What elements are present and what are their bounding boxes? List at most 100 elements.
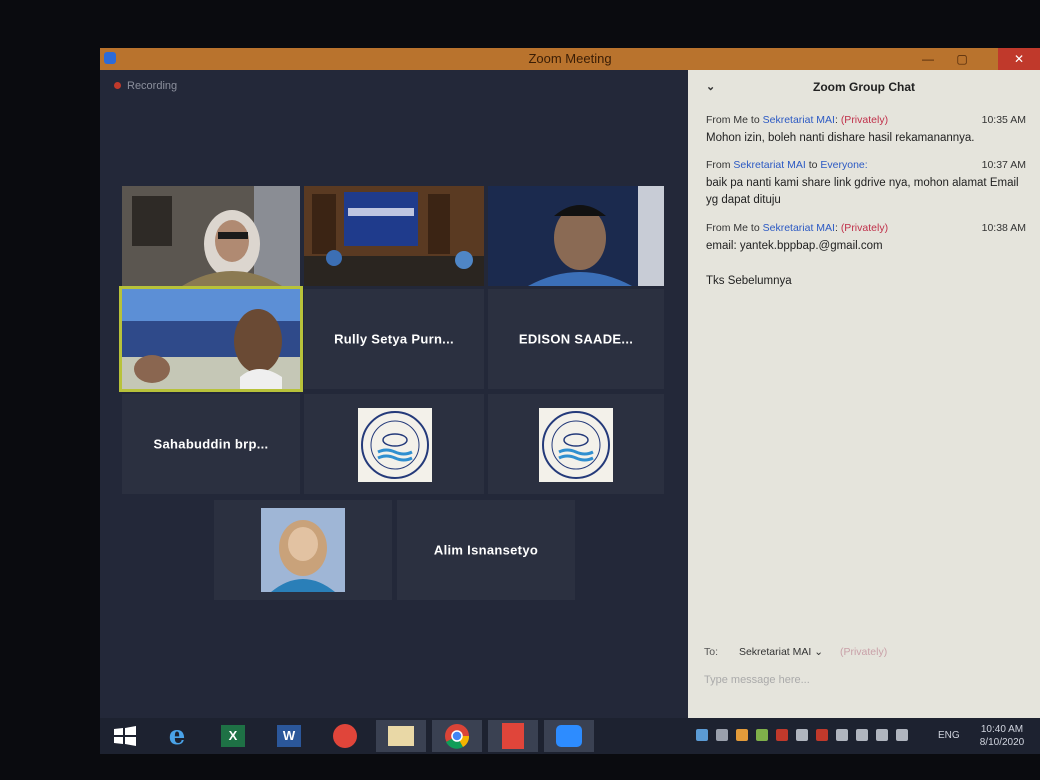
chat-title: Zoom Group Chat: [813, 80, 915, 94]
tray-network-icon[interactable]: [696, 729, 708, 741]
windows-taskbar: e X W ENG 10:40 AM 8/10/2020: [100, 718, 1040, 754]
tray-app-icon[interactable]: [736, 729, 748, 741]
message-recipient: Everyone:: [820, 159, 868, 171]
tray-flag-icon[interactable]: [876, 729, 888, 741]
video-tile-sahabuddin[interactable]: Sahabuddin brp...: [122, 394, 300, 494]
acrobat-icon: [502, 723, 524, 749]
windows-start-button[interactable]: [100, 720, 150, 752]
taskbar-internet-explorer[interactable]: e: [152, 720, 202, 752]
system-clock[interactable]: 10:40 AM 8/10/2020: [972, 723, 1032, 749]
message-recipient: Sekretariat MAI: [762, 222, 835, 234]
video-tile-alim[interactable]: Alim Isnansetyo: [397, 500, 575, 600]
tray-security-icon[interactable]: [796, 729, 808, 741]
zoom-icon: [556, 725, 582, 747]
video-tile-edison[interactable]: [488, 186, 664, 286]
language-indicator[interactable]: ENG: [938, 730, 960, 741]
message-text: Mohon izin, boleh nanti dishare hasil re…: [706, 132, 975, 144]
active-speaker-video-icon: [122, 289, 300, 389]
message-sender: Sekretariat MAI: [733, 159, 806, 171]
message-to-word: to: [750, 222, 760, 234]
message-from: From Me: [706, 114, 748, 126]
message-privacy: (Privately): [840, 114, 889, 126]
chrome-icon: [445, 724, 470, 749]
video-tile-active-speaker[interactable]: [119, 286, 303, 392]
video-tile-edison-name[interactable]: EDISON SAADE...: [488, 289, 664, 389]
message-meta: From Sekretariat MAI to Everyone:: [706, 159, 1026, 171]
taskbar-acrobat[interactable]: [488, 720, 538, 752]
chevron-down-icon[interactable]: ⌄: [706, 70, 715, 104]
message-text: baik pa nanti kami share link gdrive nya…: [706, 177, 1019, 206]
chevron-down-icon: ⌄: [814, 646, 824, 658]
video-gallery: Recording Rully Setya Purn... EDISON SAA…: [100, 70, 688, 718]
message-recipient: Sekretariat MAI: [762, 114, 835, 126]
video-tile-mai-logo-2[interactable]: [488, 394, 664, 494]
recipient-privacy: (Privately): [839, 646, 888, 658]
close-button[interactable]: ✕: [998, 48, 1040, 70]
tray-mail-icon[interactable]: [816, 729, 828, 741]
internet-explorer-icon: e: [168, 721, 186, 751]
participant-name: Alim Isnansetyo: [433, 542, 539, 558]
window-title: Zoom Meeting: [528, 51, 612, 66]
taskbar-file-explorer[interactable]: [376, 720, 426, 752]
message-from: From: [706, 159, 731, 171]
message-privacy: (Privately): [840, 222, 889, 234]
clock-time: 10:40 AM: [980, 724, 1024, 735]
recipient-row: To: Sekretariat MAI ⌄ (Privately): [704, 646, 887, 658]
maximize-button[interactable]: ▢: [948, 48, 976, 70]
taskbar-chrome[interactable]: [432, 720, 482, 752]
chat-message: From Sekretariat MAI to Everyone: 10:37 …: [706, 159, 1026, 209]
recording-label: Recording: [127, 80, 178, 92]
message-from: From Me: [706, 222, 748, 234]
participant-video-woman-icon: [122, 186, 300, 286]
to-label: To:: [704, 646, 719, 658]
record-dot-icon: [114, 82, 121, 89]
message-time: 10:38 AM: [981, 222, 1026, 234]
message-text: email: yantek.bppbap.@gmail.com: [706, 240, 883, 252]
message-input[interactable]: Type message here...: [704, 674, 810, 686]
taskbar-excel[interactable]: X: [208, 720, 258, 752]
conference-room-video-icon: [304, 186, 484, 286]
taskbar-zoom[interactable]: [544, 720, 594, 752]
tray-battery-icon[interactable]: [856, 729, 868, 741]
zoom-window: Zoom Meeting — ▢ ✕ Recording Rully Setya…: [100, 48, 1040, 754]
recipient-dropdown[interactable]: Sekretariat MAI ⌄: [739, 646, 823, 658]
tray-signal-icon[interactable]: [836, 729, 848, 741]
taskbar-word[interactable]: W: [264, 720, 314, 752]
participant-video-man-icon: [488, 186, 664, 286]
folder-icon: [388, 726, 414, 746]
message-to-word: to: [808, 159, 818, 171]
tray-icons: [690, 729, 920, 743]
video-tile-profile-photo[interactable]: [214, 500, 392, 600]
excel-icon: X: [221, 725, 245, 747]
message-time: 10:35 AM: [981, 114, 1026, 126]
taskbar-app-red[interactable]: [320, 720, 370, 752]
video-tile-participant-1[interactable]: [122, 186, 300, 286]
chat-message: From Me to Sekretariat MAI: (Privately) …: [706, 114, 1026, 147]
chat-panel: ⌄ Zoom Group Chat From Me to Sekretariat…: [688, 70, 1040, 718]
word-icon: W: [277, 725, 301, 747]
tray-update-icon[interactable]: [756, 729, 768, 741]
video-tile-mai-logo-1[interactable]: [304, 394, 484, 494]
recipient-value: Sekretariat MAI: [738, 646, 812, 658]
system-tray: ENG 10:40 AM 8/10/2020: [690, 722, 1030, 750]
chat-header: ⌄ Zoom Group Chat: [688, 70, 1040, 104]
chat-footer: To: Sekretariat MAI ⌄ (Privately) Type m…: [688, 638, 1040, 718]
minimize-button[interactable]: —: [914, 48, 942, 70]
chat-message: From Me to Sekretariat MAI: (Privately) …: [706, 222, 1026, 290]
participant-name: EDISON SAADE...: [518, 331, 634, 347]
tray-bluetooth-icon[interactable]: [716, 729, 728, 741]
tray-volume-icon[interactable]: [896, 729, 908, 741]
participant-name: Sahabuddin brp...: [153, 436, 269, 452]
message-to-word: to: [750, 114, 760, 126]
video-tile-conference-room[interactable]: [304, 186, 484, 286]
clock-date: 8/10/2020: [979, 737, 1025, 748]
message-meta: From Me to Sekretariat MAI: (Privately): [706, 114, 889, 126]
mai-logo-icon: [539, 408, 613, 482]
red-app-icon: [333, 724, 357, 748]
tray-antivirus-icon[interactable]: [776, 729, 788, 741]
profile-photo-avatar: [261, 508, 345, 592]
video-tile-rully[interactable]: Rully Setya Purn...: [304, 289, 484, 389]
message-meta: From Me to Sekretariat MAI: (Privately): [706, 222, 889, 234]
message-time: 10:37 AM: [981, 159, 1026, 171]
recording-indicator: Recording: [114, 80, 177, 92]
